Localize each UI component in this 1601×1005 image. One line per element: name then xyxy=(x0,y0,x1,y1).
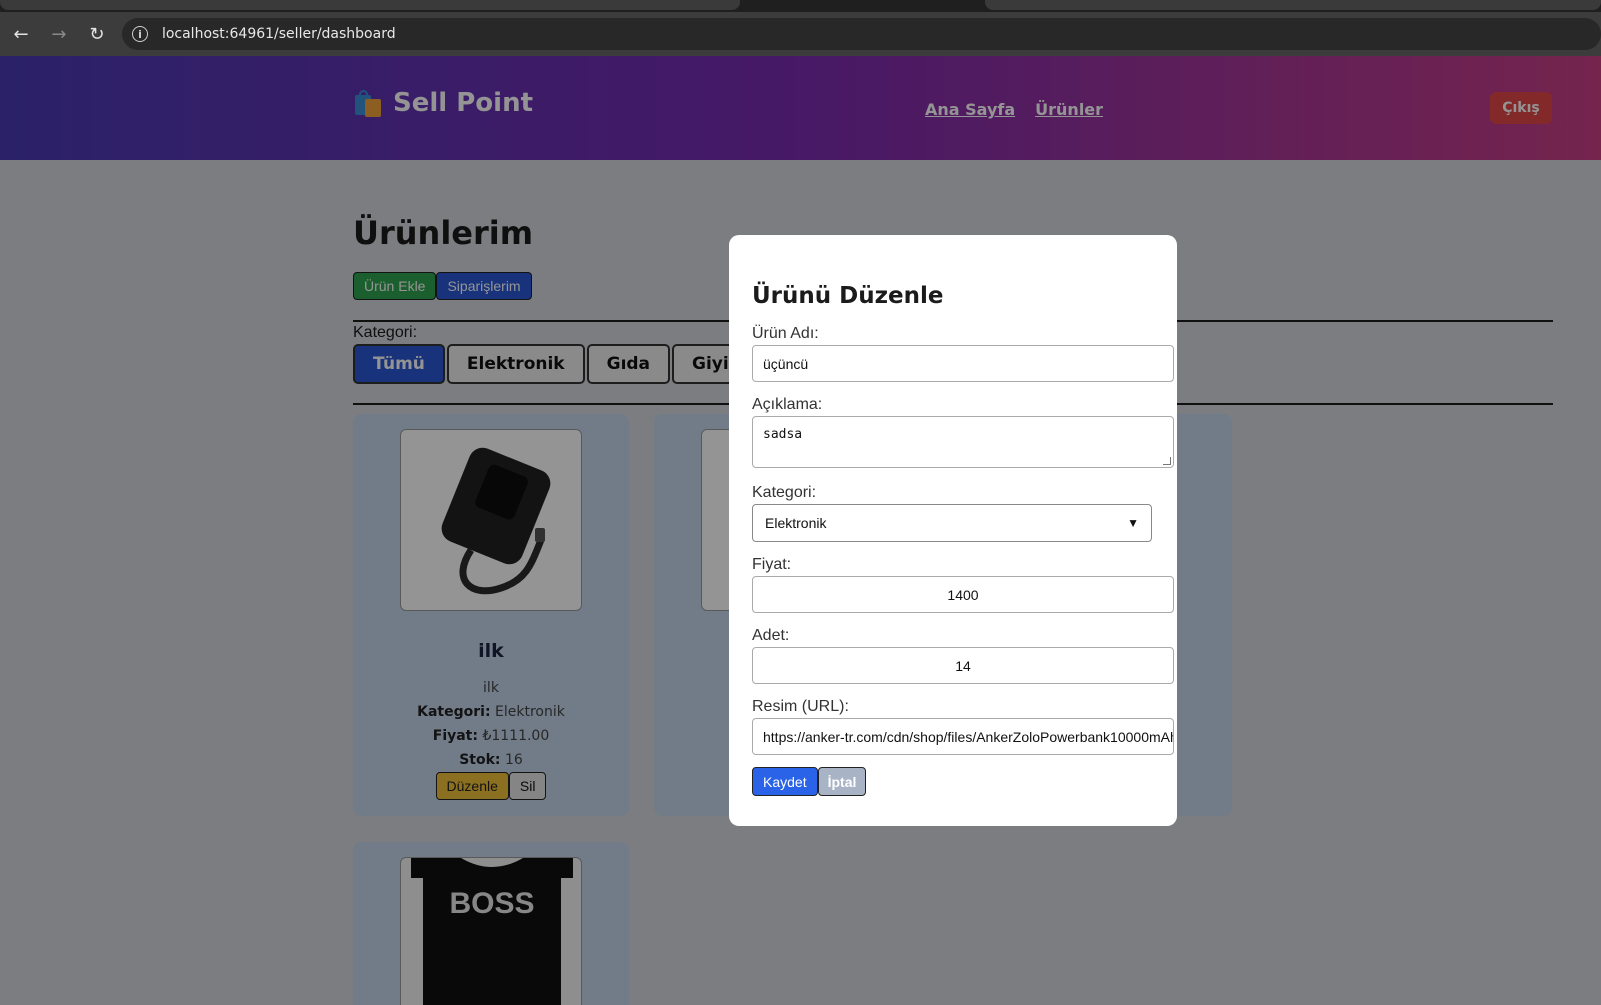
browser-tabstrip xyxy=(0,0,1601,12)
price-input[interactable]: 1400 xyxy=(752,576,1174,613)
site-info-icon[interactable]: i xyxy=(131,26,148,42)
description-label: Açıklama: xyxy=(752,396,823,413)
name-label: Ürün Adı: xyxy=(752,325,819,342)
back-icon[interactable]: ← xyxy=(4,17,38,51)
quantity-label: Adet: xyxy=(752,627,790,644)
resize-handle-icon[interactable] xyxy=(1163,457,1171,465)
image-url-input[interactable]: https://anker-tr.com/cdn/shop/files/Anke… xyxy=(752,718,1174,755)
browser-toolbar: ← → ↻ i localhost:64961/seller/dashboard xyxy=(0,12,1601,56)
modal-title: Ürünü Düzenle xyxy=(752,283,944,309)
description-textarea[interactable]: sadsa xyxy=(752,416,1174,468)
quantity-input[interactable]: 14 xyxy=(752,647,1174,684)
description-text: sadsa xyxy=(763,427,803,442)
category-select[interactable]: Elektronik ▼ xyxy=(752,504,1152,542)
forward-icon[interactable]: → xyxy=(42,17,76,51)
product-name-input[interactable]: üçüncü xyxy=(752,345,1174,382)
category-label: Kategori: xyxy=(752,484,817,501)
image-url-label: Resim (URL): xyxy=(752,698,849,715)
address-bar[interactable]: i localhost:64961/seller/dashboard xyxy=(121,18,1601,50)
edit-product-modal: Ürünü Düzenle Ürün Adı: üçüncü Açıklama:… xyxy=(729,235,1177,826)
page: Sell Point Ana Sayfa Ürünler Çıkış Ürünl… xyxy=(0,56,1601,1005)
modal-actions: Kaydet İptal xyxy=(752,767,1177,796)
price-label: Fiyat: xyxy=(752,556,792,573)
chevron-down-icon: ▼ xyxy=(1127,516,1139,530)
save-button[interactable]: Kaydet xyxy=(752,767,818,796)
url-text: localhost:64961/seller/dashboard xyxy=(161,26,396,42)
category-select-value: Elektronik xyxy=(765,515,827,531)
cancel-button[interactable]: İptal xyxy=(817,767,867,796)
browser-tab[interactable] xyxy=(985,0,1601,10)
browser-tab[interactable] xyxy=(0,0,740,10)
reload-icon[interactable]: ↻ xyxy=(80,17,114,51)
